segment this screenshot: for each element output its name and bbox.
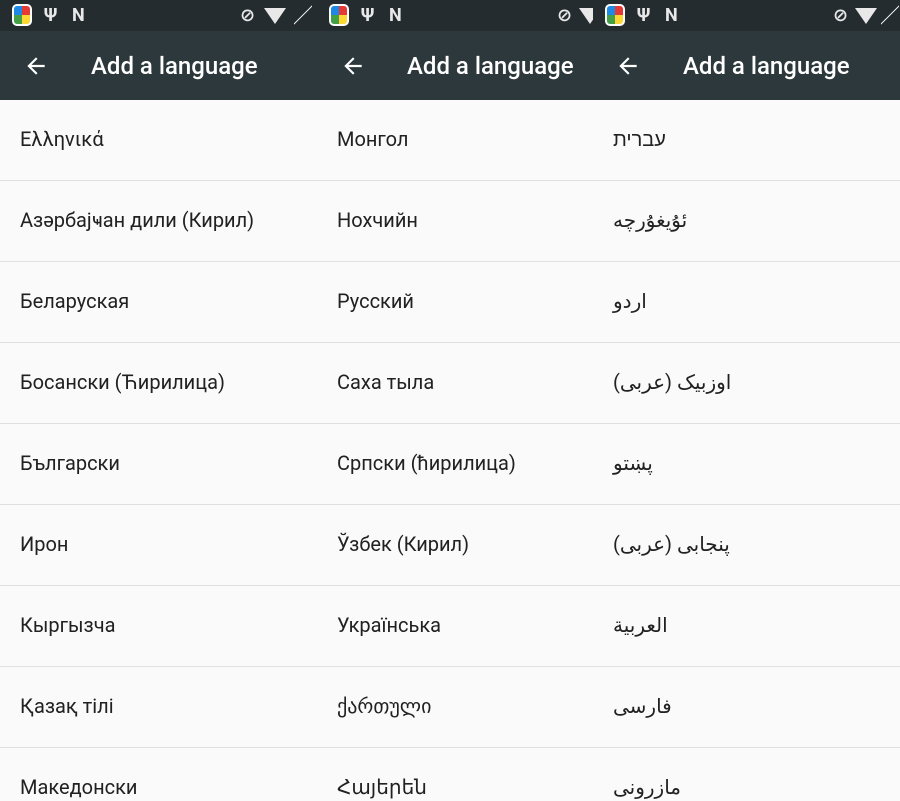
language-item[interactable]: Босански (Ћирилица) xyxy=(0,343,317,424)
language-item[interactable]: Українська xyxy=(317,586,593,667)
language-label: مازرونی xyxy=(613,775,682,799)
screen-1: Ψ N ⊘ Add a language Ελληνικά Азәрбајҹан… xyxy=(0,0,317,801)
language-item[interactable]: پښتو xyxy=(593,424,900,505)
language-item[interactable]: Беларуская xyxy=(0,262,317,343)
usb-icon: Ψ xyxy=(44,4,58,26)
language-label: Монгол xyxy=(337,127,409,151)
language-label: Українська xyxy=(337,613,442,637)
language-label: Қазақ тілі xyxy=(20,694,114,718)
language-list: Ελληνικά Азәрбајҹан дили (Кирил) Беларус… xyxy=(0,100,317,801)
language-list: עברית ئۇيغۇرچە اردو اوزبیک (عربی) پښتو پ… xyxy=(593,100,900,801)
screen-2: Ψ N ⊘ Add a language Монгол Нохчийн Русс… xyxy=(317,0,593,801)
language-label: Беларуская xyxy=(20,289,130,313)
language-item[interactable]: Қазақ тілі xyxy=(0,667,317,748)
language-label: پښتو xyxy=(613,451,653,475)
nfc-icon: N xyxy=(389,4,402,26)
back-arrow-icon[interactable] xyxy=(615,53,641,79)
back-arrow-icon[interactable] xyxy=(340,53,366,79)
language-item[interactable]: العربية xyxy=(593,586,900,667)
usb-icon: Ψ xyxy=(361,4,375,26)
language-item[interactable]: Русский xyxy=(317,262,593,343)
no-sim-icon: ⊘ xyxy=(557,4,573,26)
language-item[interactable]: Македонски xyxy=(0,748,317,801)
language-label: Ўзбек (Кирил) xyxy=(337,532,470,556)
language-label: עברית xyxy=(613,127,666,151)
page-title: Add a language xyxy=(91,52,258,80)
language-label: العربية xyxy=(613,613,668,637)
language-item[interactable]: پنجابی (عربی) xyxy=(593,505,900,586)
app-bar: Add a language xyxy=(0,31,317,100)
back-arrow-icon[interactable] xyxy=(23,53,49,79)
wifi-icon xyxy=(579,8,593,30)
language-label: Български xyxy=(20,451,120,475)
language-list: Монгол Нохчийн Русский Саха тыла Српски … xyxy=(317,100,593,801)
language-item[interactable]: Кыргызча xyxy=(0,586,317,667)
language-label: پنجابی (عربی) xyxy=(613,532,730,556)
language-item[interactable]: ئۇيغۇرچە xyxy=(593,181,900,262)
battery-icon xyxy=(294,4,312,26)
page-title: Add a language xyxy=(683,52,850,80)
language-item[interactable]: Ирон xyxy=(0,505,317,586)
language-label: ئۇيغۇرچە xyxy=(613,208,688,232)
language-label: ქართული xyxy=(337,694,432,718)
no-sim-icon: ⊘ xyxy=(833,4,849,26)
language-label: فارسی xyxy=(613,694,672,718)
language-label: اردو xyxy=(613,289,647,313)
nfc-icon: N xyxy=(72,4,85,26)
language-item[interactable]: فارسی xyxy=(593,667,900,748)
language-label: Ирон xyxy=(20,532,69,556)
app-launcher-icon xyxy=(12,4,32,26)
language-item[interactable]: اوزبیک (عربی) xyxy=(593,343,900,424)
language-item[interactable]: עברית xyxy=(593,100,900,181)
language-item[interactable]: Српски (ћирилица) xyxy=(317,424,593,505)
language-item[interactable]: Български xyxy=(0,424,317,505)
language-item[interactable]: Ελληνικά xyxy=(0,100,317,181)
language-item[interactable]: Саха тыла xyxy=(317,343,593,424)
language-label: Русский xyxy=(337,289,414,313)
language-label: اوزبیک (عربی) xyxy=(613,370,732,394)
app-bar: Add a language xyxy=(593,31,900,100)
language-label: Босански (Ћирилица) xyxy=(20,370,225,394)
language-item[interactable]: Ўзбек (Кирил) xyxy=(317,505,593,586)
language-label: Саха тыла xyxy=(337,370,435,394)
app-launcher-icon xyxy=(329,4,349,26)
language-item[interactable]: Азәрбајҹан дили (Кирил) xyxy=(0,181,317,262)
battery-icon xyxy=(881,4,899,26)
no-sim-icon: ⊘ xyxy=(240,4,256,26)
language-label: Кыргызча xyxy=(20,613,116,637)
language-label: Српски (ћирилица) xyxy=(337,451,516,475)
language-label: Ελληνικά xyxy=(20,127,104,151)
nfc-icon: N xyxy=(665,4,678,26)
language-label: Հայերեն xyxy=(337,775,427,799)
wifi-icon xyxy=(264,8,286,30)
language-item[interactable]: ქართული xyxy=(317,667,593,748)
app-launcher-icon xyxy=(605,4,625,26)
status-bar: Ψ N ⊘ xyxy=(317,0,593,31)
language-label: Нохчийн xyxy=(337,208,418,232)
language-item[interactable]: اردو xyxy=(593,262,900,343)
language-item[interactable]: Монгол xyxy=(317,100,593,181)
wifi-icon xyxy=(855,8,877,30)
language-item[interactable]: Հայերեն xyxy=(317,748,593,801)
language-label: Азәрбајҹан дили (Кирил) xyxy=(20,208,255,232)
language-item[interactable]: مازرونی xyxy=(593,748,900,801)
language-item[interactable]: Нохчийн xyxy=(317,181,593,262)
language-label: Македонски xyxy=(20,775,138,799)
screen-3: Ψ N ⊘ Add a language עברית ئۇيغۇرچە اردو… xyxy=(593,0,900,801)
usb-icon: Ψ xyxy=(637,4,651,26)
status-bar: Ψ N ⊘ xyxy=(593,0,900,31)
page-title: Add a language xyxy=(407,52,574,80)
status-bar: Ψ N ⊘ xyxy=(0,0,317,31)
app-bar: Add a language xyxy=(317,31,593,100)
screens: Ψ N ⊘ Add a language Ελληνικά Азәрбајҹан… xyxy=(0,0,900,801)
